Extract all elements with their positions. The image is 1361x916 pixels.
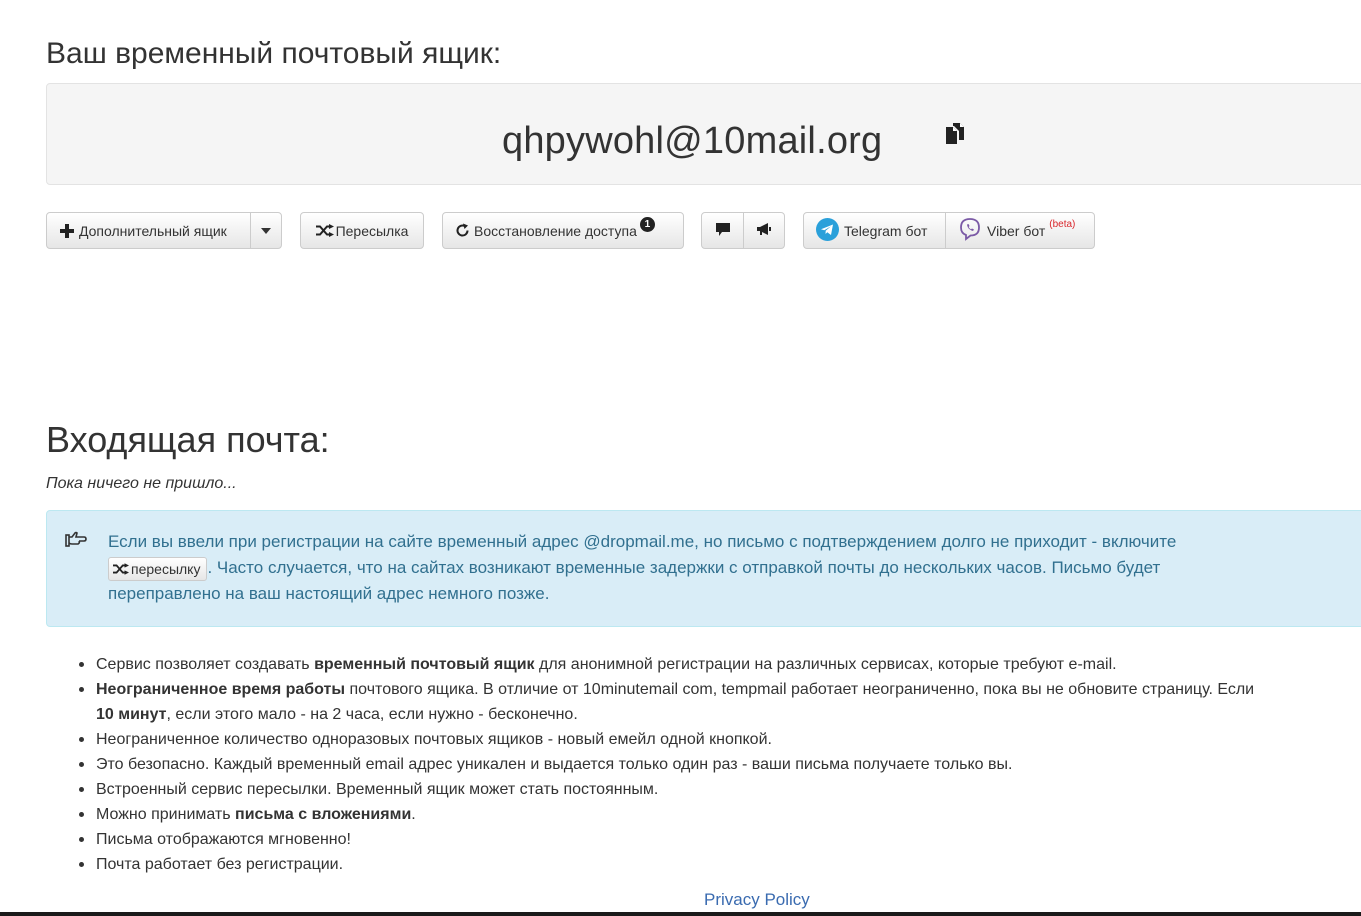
mailbox-heading: Ваш временный почтовый ящик: [46,37,502,70]
refresh-icon [455,223,470,238]
info-text-before: Если вы ввели при регистрации на сайте в… [108,532,1177,551]
copy-icon[interactable] [942,122,968,148]
list-item: Это безопасно. Каждый временный email ад… [79,752,1361,777]
add-mailbox-label: Дополнительный ящик [79,222,227,239]
info-text: Если вы ввели при регистрации на сайте в… [108,529,1218,607]
plus-icon [60,223,74,238]
bullhorn-icon [756,222,772,239]
add-mailbox-dropdown[interactable] [250,212,282,249]
add-mailbox-button[interactable]: Дополнительный ящик [46,212,251,249]
hand-pointing-icon [65,531,87,549]
notification-badge: 1 [639,217,655,232]
page: Ваш временный почтовый ящик: qhpywohl@10… [0,0,1361,916]
list-item: Можно принимать письма с вложениями. [79,802,1361,827]
viber-icon [958,217,982,244]
shuffle-icon [315,224,334,237]
info-text-after: . Часто случается, что на сайтах возника… [108,558,1161,603]
inbox-empty-note: Пока ничего не пришло... [46,475,237,492]
restore-access-button[interactable]: Восстановление доступа 1 [442,212,684,249]
list-item: Письма отображаются мгновенно! [79,827,1361,852]
forwarding-button[interactable]: Пересылка [300,212,424,249]
beta-badge: (beta) [1049,219,1076,230]
viber-bot-button[interactable]: Viber бот (beta) [945,212,1095,249]
announcement-button[interactable] [743,212,785,249]
privacy-policy-link[interactable]: Privacy Policy [704,890,810,910]
telegram-icon [816,217,839,244]
telegram-bot-button[interactable]: Telegram бот [803,212,946,249]
list-item: Сервис позволяет создавать временный поч… [79,652,1361,677]
telegram-bot-label: Telegram бот [844,222,928,239]
inline-forwarding-button[interactable]: пересылку [108,556,208,581]
comment-icon [715,222,730,239]
chat-button[interactable] [701,212,744,249]
inbox-heading: Входящая почта: [46,419,330,460]
forwarding-label: Пересылка [335,222,409,239]
restore-access-label: Восстановление доступа [474,222,637,239]
list-item: Неограниченное время работы почтового ящ… [79,677,1361,727]
caret-down-icon [261,227,271,234]
email-address[interactable]: qhpywohl@10mail.org [502,118,882,164]
list-item: Встроенный сервис пересылки. Временный я… [79,777,1361,802]
list-item: Неограниченное количество одноразовых по… [79,727,1361,752]
list-item: Почта работает без регистрации. [79,852,1361,877]
features-list: Сервис позволяет создавать временный поч… [79,652,1361,877]
inline-forwarding-label: пересылку [131,560,201,577]
viber-bot-label: Viber бот [987,222,1046,239]
bottom-bar [0,912,1361,916]
shuffle-icon [113,562,129,575]
